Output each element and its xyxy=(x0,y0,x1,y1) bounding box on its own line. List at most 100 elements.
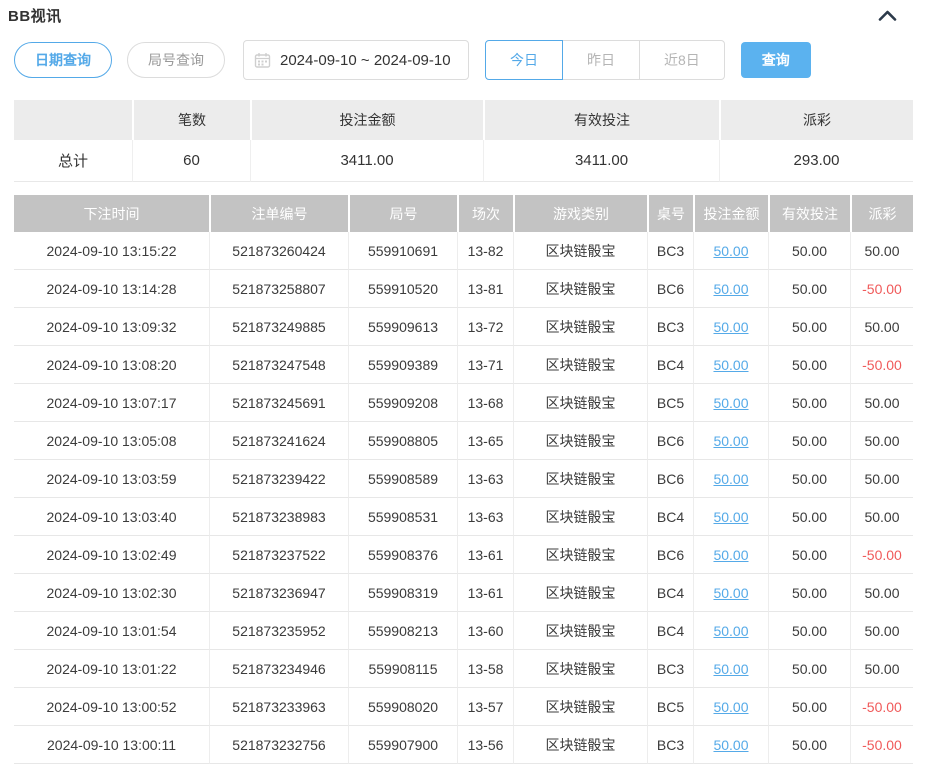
records-header-row: 下注时间 注单编号 局号 场次 游戏类别 桌号 投注金额 有效投注 派彩 xyxy=(14,195,913,232)
cell-valid: 50.00 xyxy=(768,574,850,612)
bet-amount-link[interactable]: 50.00 xyxy=(713,471,748,487)
bet-amount-link[interactable]: 50.00 xyxy=(713,509,748,525)
cell-round: 559908319 xyxy=(348,574,457,612)
cell-bet: 50.00 xyxy=(693,270,768,308)
bet-amount-link[interactable]: 50.00 xyxy=(713,357,748,373)
bet-amount-link[interactable]: 50.00 xyxy=(713,281,748,297)
cell-valid: 50.00 xyxy=(768,460,850,498)
filter-bar: 日期查询 局号查询 2024-09-10 ~ 2024-09-10 今日 xyxy=(14,40,933,80)
summary-total-payout: 293.00 xyxy=(719,140,913,182)
cell-time: 2024-09-10 13:07:17 xyxy=(14,384,209,422)
summary-header-blank xyxy=(14,100,132,140)
cell-bet: 50.00 xyxy=(693,384,768,422)
cell-bet: 50.00 xyxy=(693,460,768,498)
date-query-tab[interactable]: 日期查询 xyxy=(14,42,112,78)
cell-round: 559908020 xyxy=(348,688,457,726)
bet-amount-link[interactable]: 50.00 xyxy=(713,243,748,259)
cell-game: 区块链骰宝 xyxy=(513,270,647,308)
yesterday-button[interactable]: 昨日 xyxy=(562,40,640,80)
cell-desk: BC3 xyxy=(647,726,693,764)
cell-desk: BC5 xyxy=(647,384,693,422)
cell-valid: 50.00 xyxy=(768,650,850,688)
bet-amount-link[interactable]: 50.00 xyxy=(713,585,748,601)
cell-slip: 521873249885 xyxy=(209,308,348,346)
bet-amount-link[interactable]: 50.00 xyxy=(713,699,748,715)
bet-amount-link[interactable]: 50.00 xyxy=(713,433,748,449)
today-button[interactable]: 今日 xyxy=(485,40,563,80)
bet-amount-link[interactable]: 50.00 xyxy=(713,547,748,563)
cell-desk: BC4 xyxy=(647,498,693,536)
last-8-days-button[interactable]: 近8日 xyxy=(639,40,725,80)
cell-time: 2024-09-10 13:15:22 xyxy=(14,232,209,270)
cell-game: 区块链骰宝 xyxy=(513,574,647,612)
cell-desk: BC6 xyxy=(647,422,693,460)
cell-valid: 50.00 xyxy=(768,726,850,764)
date-range-input[interactable]: 2024-09-10 ~ 2024-09-10 xyxy=(243,40,469,80)
cell-session: 13-81 xyxy=(457,270,513,308)
col-header-valid: 有效投注 xyxy=(768,195,850,232)
cell-session: 13-63 xyxy=(457,460,513,498)
collapse-button[interactable] xyxy=(876,8,899,23)
cell-bet: 50.00 xyxy=(693,650,768,688)
cell-bet: 50.00 xyxy=(693,574,768,612)
cell-bet: 50.00 xyxy=(693,346,768,384)
cell-session: 13-72 xyxy=(457,308,513,346)
cell-round: 559909389 xyxy=(348,346,457,384)
cell-bet: 50.00 xyxy=(693,612,768,650)
cell-valid: 50.00 xyxy=(768,536,850,574)
cell-game: 区块链骰宝 xyxy=(513,688,647,726)
cell-slip: 521873260424 xyxy=(209,232,348,270)
cell-desk: BC4 xyxy=(647,346,693,384)
bet-amount-link[interactable]: 50.00 xyxy=(713,661,748,677)
cell-payout: -50.00 xyxy=(850,726,913,764)
summary-total-label: 总计 xyxy=(14,140,132,182)
cell-slip: 521873258807 xyxy=(209,270,348,308)
col-header-desk: 桌号 xyxy=(647,195,693,232)
cell-payout: 50.00 xyxy=(850,460,913,498)
round-query-tab[interactable]: 局号查询 xyxy=(127,42,225,78)
cell-round: 559908589 xyxy=(348,460,457,498)
cell-time: 2024-09-10 13:01:22 xyxy=(14,650,209,688)
search-button[interactable]: 查询 xyxy=(741,42,811,78)
summary-header-count: 笔数 xyxy=(132,100,250,140)
cell-round: 559909208 xyxy=(348,384,457,422)
bet-amount-link[interactable]: 50.00 xyxy=(713,737,748,753)
cell-session: 13-71 xyxy=(457,346,513,384)
bet-amount-link[interactable]: 50.00 xyxy=(713,623,748,639)
cell-valid: 50.00 xyxy=(768,498,850,536)
cell-slip: 521873245691 xyxy=(209,384,348,422)
page-title: BB视讯 xyxy=(8,5,62,26)
cell-valid: 50.00 xyxy=(768,346,850,384)
table-row: 2024-09-10 13:15:22 521873260424 5599106… xyxy=(14,232,913,270)
table-row: 2024-09-10 13:08:20 521873247548 5599093… xyxy=(14,346,913,384)
table-row: 2024-09-10 13:00:52 521873233963 5599080… xyxy=(14,688,913,726)
cell-time: 2024-09-10 13:05:08 xyxy=(14,422,209,460)
cell-game: 区块链骰宝 xyxy=(513,346,647,384)
cell-game: 区块链骰宝 xyxy=(513,536,647,574)
col-header-session: 场次 xyxy=(457,195,513,232)
cell-payout: -50.00 xyxy=(850,536,913,574)
cell-valid: 50.00 xyxy=(768,612,850,650)
col-header-round: 局号 xyxy=(348,195,457,232)
bet-amount-link[interactable]: 50.00 xyxy=(713,319,748,335)
cell-time: 2024-09-10 13:02:49 xyxy=(14,536,209,574)
records-body: 2024-09-10 13:15:22 521873260424 5599106… xyxy=(14,232,913,764)
quick-range-group: 今日 昨日 近8日 xyxy=(485,40,725,80)
summary-total-bet-amount: 3411.00 xyxy=(250,140,483,182)
cell-desk: BC6 xyxy=(647,460,693,498)
cell-payout: 50.00 xyxy=(850,422,913,460)
cell-session: 13-82 xyxy=(457,232,513,270)
cell-game: 区块链骰宝 xyxy=(513,232,647,270)
cell-valid: 50.00 xyxy=(768,422,850,460)
cell-bet: 50.00 xyxy=(693,422,768,460)
cell-desk: BC4 xyxy=(647,574,693,612)
table-row: 2024-09-10 13:03:59 521873239422 5599085… xyxy=(14,460,913,498)
records-table: 下注时间 注单编号 局号 场次 游戏类别 桌号 投注金额 有效投注 派彩 202… xyxy=(14,195,913,764)
cell-payout: -50.00 xyxy=(850,688,913,726)
cell-slip: 521873237522 xyxy=(209,536,348,574)
bet-amount-link[interactable]: 50.00 xyxy=(713,395,748,411)
table-row: 2024-09-10 13:09:32 521873249885 5599096… xyxy=(14,308,913,346)
bet-records-panel: BB视讯 日期查询 局号查询 xyxy=(0,0,947,753)
cell-time: 2024-09-10 13:02:30 xyxy=(14,574,209,612)
cell-valid: 50.00 xyxy=(768,308,850,346)
